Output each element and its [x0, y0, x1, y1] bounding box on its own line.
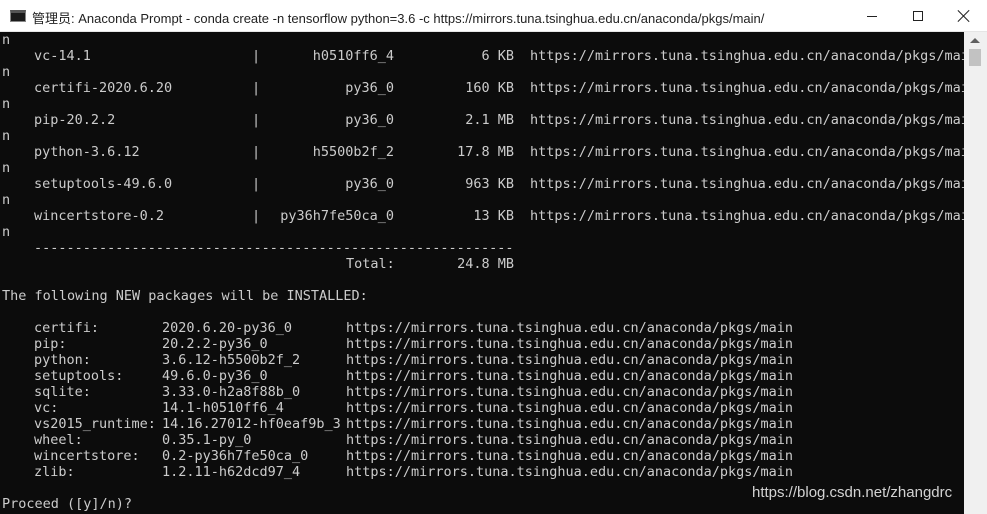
- install-pkg-spec: 3.6.12-h5500b2f_2: [162, 352, 301, 368]
- maximize-icon: [913, 11, 923, 21]
- pkg-build: h5500b2f_2: [312, 144, 394, 160]
- column-divider: |: [252, 112, 261, 128]
- install-pkg-spec: 2020.6.20-py36_0: [162, 320, 293, 336]
- install-pkg-spec: 3.33.0-h2a8f88b_0: [162, 384, 301, 400]
- pkg-size: 17.8 MB: [457, 144, 514, 160]
- close-button[interactable]: [941, 0, 987, 32]
- install-pkg-url: https://mirrors.tuna.tsinghua.edu.cn/ana…: [346, 432, 794, 448]
- pkg-build: py36_0: [345, 176, 394, 192]
- scroll-up-arrow-icon[interactable]: [970, 38, 980, 43]
- column-divider: |: [252, 144, 261, 160]
- separator-line: ----------------------------------------…: [34, 240, 514, 256]
- column-divider: |: [252, 80, 261, 96]
- install-pkg-url: https://mirrors.tuna.tsinghua.edu.cn/ana…: [346, 336, 794, 352]
- install-pkg-name: vc:: [34, 400, 59, 416]
- pkg-build: py36h7fe50ca_0: [280, 208, 394, 224]
- title-bar[interactable]: 管理员: Anaconda Prompt - conda create -n t…: [0, 0, 987, 32]
- wrap-char: n: [2, 192, 11, 208]
- pkg-name: wincertstore-0.2: [34, 208, 165, 224]
- install-pkg-name: zlib:: [34, 464, 75, 480]
- pkg-name: python-3.6.12: [34, 144, 140, 160]
- terminal-output[interactable]: n vc-14.1 | h0510ff6_4 6 KB https://mirr…: [0, 32, 964, 514]
- pkg-size: 160 KB: [465, 80, 514, 96]
- install-pkg-name: python:: [34, 352, 91, 368]
- install-pkg-url: https://mirrors.tuna.tsinghua.edu.cn/ana…: [346, 448, 794, 464]
- terminal-icon[interactable]: [10, 10, 26, 22]
- total-label: Total:: [346, 256, 395, 272]
- install-pkg-url: https://mirrors.tuna.tsinghua.edu.cn/ana…: [346, 416, 794, 432]
- install-pkg-url: https://mirrors.tuna.tsinghua.edu.cn/ana…: [346, 400, 794, 416]
- install-pkg-url: https://mirrors.tuna.tsinghua.edu.cn/ana…: [346, 352, 794, 368]
- pkg-size: 13 KB: [473, 208, 514, 224]
- install-pkg-name: wincertstore:: [34, 448, 140, 464]
- install-pkg-name: wheel:: [34, 432, 83, 448]
- proceed-prompt[interactable]: Proceed ([y]/n)?: [2, 496, 132, 512]
- pkg-size: 963 KB: [465, 176, 514, 192]
- install-pkg-spec: 0.35.1-py_0: [162, 432, 252, 448]
- install-pkg-url: https://mirrors.tuna.tsinghua.edu.cn/ana…: [346, 384, 794, 400]
- column-divider: |: [252, 208, 261, 224]
- pkg-build: py36_0: [345, 80, 394, 96]
- pkg-size: 2.1 MB: [465, 112, 514, 128]
- pkg-build: py36_0: [345, 112, 394, 128]
- scroll-thumb[interactable]: [969, 49, 981, 66]
- install-pkg-spec: 14.16.27012-hf0eaf9b_3: [162, 416, 341, 432]
- install-pkg-spec: 1.2.11-h62dcd97_4: [162, 464, 301, 480]
- wrap-char: n: [2, 128, 11, 144]
- install-header: The following NEW packages will be INSTA…: [2, 288, 368, 304]
- pkg-url: https://mirrors.tuna.tsinghua.edu.cn/ana…: [530, 112, 964, 128]
- install-pkg-spec: 20.2.2-py36_0: [162, 336, 268, 352]
- column-divider: |: [252, 48, 261, 64]
- maximize-button[interactable]: [895, 0, 941, 32]
- minimize-icon: [867, 15, 877, 17]
- install-pkg-name: setuptools:: [34, 368, 124, 384]
- pkg-url: https://mirrors.tuna.tsinghua.edu.cn/ana…: [530, 176, 964, 192]
- wrap-char: n: [2, 32, 11, 48]
- pkg-url: https://mirrors.tuna.tsinghua.edu.cn/ana…: [530, 144, 964, 160]
- install-pkg-spec: 0.2-py36h7fe50ca_0: [162, 448, 309, 464]
- wrap-char: n: [2, 64, 11, 80]
- install-pkg-spec: 14.1-h0510ff6_4: [162, 400, 284, 416]
- close-icon: [957, 9, 971, 23]
- install-pkg-name: vs2015_runtime:: [34, 416, 156, 432]
- minimize-button[interactable]: [849, 0, 895, 32]
- install-pkg-name: pip:: [34, 336, 67, 352]
- column-divider: |: [252, 176, 261, 192]
- pkg-size: 6 KB: [481, 48, 514, 64]
- pkg-url: https://mirrors.tuna.tsinghua.edu.cn/ana…: [530, 208, 964, 224]
- install-pkg-name: sqlite:: [34, 384, 91, 400]
- pkg-name: vc-14.1: [34, 48, 91, 64]
- watermark: https://blog.csdn.net/zhangdrc: [752, 484, 953, 501]
- wrap-char: n: [2, 224, 11, 240]
- pkg-url: https://mirrors.tuna.tsinghua.edu.cn/ana…: [530, 80, 964, 96]
- total-value: 24.8 MB: [457, 256, 514, 272]
- pkg-name: setuptools-49.6.0: [34, 176, 173, 192]
- pkg-url: https://mirrors.tuna.tsinghua.edu.cn/ana…: [530, 48, 964, 64]
- pkg-name: certifi-2020.6.20: [34, 80, 173, 96]
- vertical-scrollbar[interactable]: [964, 32, 987, 514]
- install-pkg-name: certifi:: [34, 320, 100, 336]
- wrap-char: n: [2, 160, 11, 176]
- install-pkg-url: https://mirrors.tuna.tsinghua.edu.cn/ana…: [346, 464, 794, 480]
- install-pkg-url: https://mirrors.tuna.tsinghua.edu.cn/ana…: [346, 368, 794, 384]
- install-pkg-url: https://mirrors.tuna.tsinghua.edu.cn/ana…: [346, 320, 794, 336]
- window-title: 管理员: Anaconda Prompt - conda create -n t…: [32, 11, 765, 26]
- pkg-build: h0510ff6_4: [312, 48, 394, 64]
- wrap-char: n: [2, 96, 11, 112]
- pkg-name: pip-20.2.2: [34, 112, 116, 128]
- install-pkg-spec: 49.6.0-py36_0: [162, 368, 268, 384]
